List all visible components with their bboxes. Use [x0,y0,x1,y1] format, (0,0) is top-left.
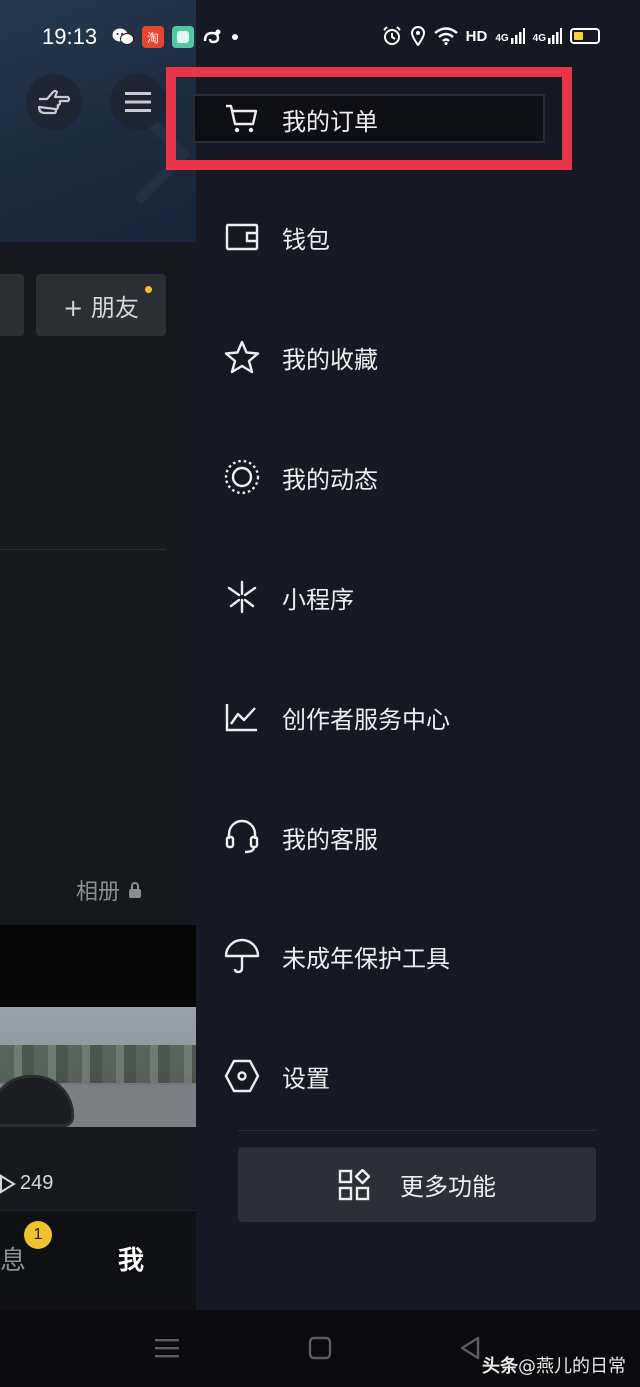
menu-label: 我的动态 [282,465,378,494]
menu-label: 我的订单 [282,107,378,136]
edit-profile-chip[interactable] [0,274,24,336]
watermark: 头条@燕儿的日常 [482,1352,626,1378]
taobao-icon: 淘 [142,26,164,48]
menu-item-creator-center[interactable]: 创作者服务中心 [196,672,640,762]
status-bar: 19:13 淘 HD 4G 4G [0,0,640,78]
status-right-icons: HD 4G 4G [382,26,600,46]
lock-icon [129,882,142,898]
alarm-icon [382,26,401,45]
menu-item-moments[interactable]: 我的动态 [196,432,640,522]
more-features-label: 更多功能 [400,1173,496,1201]
status-time: 19:13 [42,24,98,49]
side-drawer: 我的订单 钱包 我的收藏 我的动态 小程序 创作者服务中心 我的客服 未成年保护… [196,0,640,1310]
video-header-strip [0,925,196,1007]
hd-label: HD [465,27,488,45]
album-label: 相册 [76,880,121,905]
video-views: 249 [0,1172,53,1195]
add-friend-label: + 朋友 [63,293,139,322]
divider [0,549,166,550]
menu-item-wallet[interactable]: 钱包 [196,192,640,282]
umbrella-icon [222,936,262,976]
menu-item-customer-service[interactable]: 我的客服 [196,792,640,882]
play-icon [0,1173,16,1194]
pointing-hand-icon [37,89,71,115]
wallet-icon [222,217,262,257]
uc-browser-icon [202,26,224,48]
menu-label: 钱包 [282,225,330,254]
menu-label: 我的收藏 [282,345,378,374]
signal-1: 4G [495,28,525,44]
wechat-icon [112,26,134,48]
video-thumbnail[interactable] [0,1007,196,1127]
watermark-handle: @燕儿的日常 [518,1356,626,1377]
watermark-brand: 头条 [482,1356,518,1377]
menu-item-orders[interactable]: 我的订单 [196,74,640,164]
album-tab[interactable]: 相册 [76,874,142,906]
hamburger-icon [125,92,151,112]
video-views-count: 249 [20,1172,54,1194]
menu-label: 小程序 [282,585,354,614]
back-icon[interactable] [458,1336,482,1360]
hexagon-icon [222,1056,262,1096]
tab-me[interactable]: 我 [118,1240,144,1277]
tab-messages[interactable]: 息 [0,1240,26,1277]
more-notifications-dot [232,34,238,40]
menu-item-favorites[interactable]: 我的收藏 [196,312,640,402]
notification-icons: 淘 [112,26,238,48]
menu-button[interactable] [110,74,166,130]
menu-item-mini-programs[interactable]: 小程序 [196,552,640,642]
menu-label: 创作者服务中心 [282,705,450,734]
wifi-icon [433,27,458,45]
gesture-button[interactable] [26,74,82,130]
menu-label: 未成年保护工具 [282,944,450,973]
home-icon[interactable] [308,1336,332,1360]
grid-apps-icon [338,1168,370,1200]
signal-2: 4G [533,28,562,44]
asterisk-icon [222,577,262,617]
star-icon [222,337,262,377]
location-icon [410,26,425,46]
app-green-icon [172,26,194,48]
circle-dashed-icon [222,457,262,497]
menu-item-minor-protection[interactable]: 未成年保护工具 [196,911,640,1001]
cart-icon [222,99,262,139]
headset-icon [222,817,262,857]
menu-label: 设置 [282,1064,330,1093]
drawer-divider [238,1130,596,1131]
profile-page-background: + 朋友 相册 249 息 1 我 [0,0,196,1310]
messages-badge: 1 [24,1221,52,1249]
menu-label: 我的客服 [282,825,378,854]
more-features-button[interactable]: 更多功能 [238,1147,596,1222]
new-dot [145,286,152,293]
recent-apps-icon[interactable] [155,1336,179,1360]
chart-line-icon [222,697,262,737]
add-friend-button[interactable]: + 朋友 [36,274,166,336]
battery-icon [570,28,600,44]
menu-item-settings[interactable]: 设置 [196,1031,640,1121]
